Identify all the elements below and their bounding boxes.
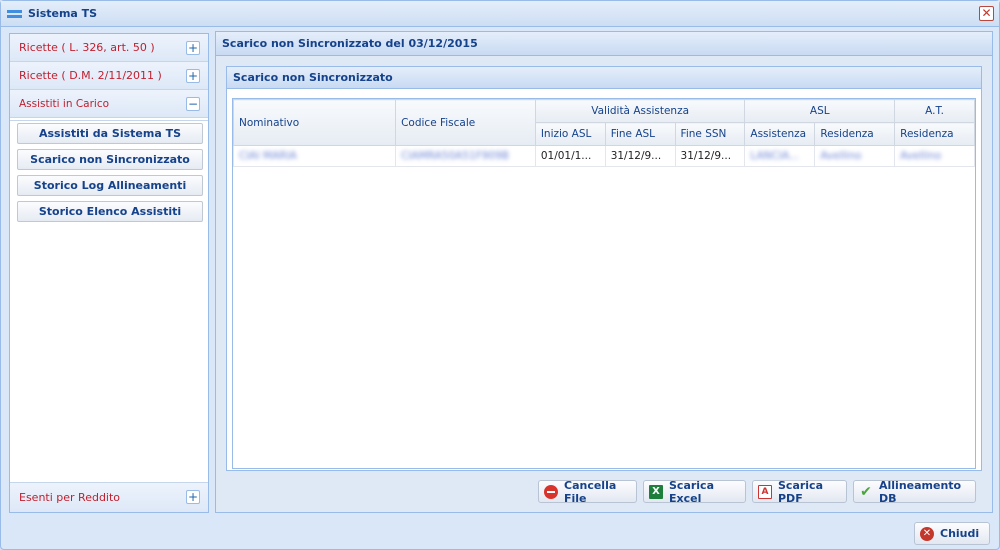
sidebar-section-esenti[interactable]: Esenti per Reddito + — [10, 482, 208, 512]
window-titlebar: Sistema TS ✕ — [1, 1, 999, 27]
cell-fine-asl: 31/12/9... — [604, 145, 676, 167]
allineamento-db-label: Allineamento DB — [879, 478, 962, 505]
cell-nominativo: CIAI MARIA — [232, 145, 397, 167]
grid-panel-title: Scarico non Sincronizzato — [227, 67, 981, 89]
expand-plus-icon[interactable]: + — [186, 69, 200, 83]
window-title: Sistema TS — [28, 7, 98, 20]
table-row[interactable]: CIAI MARIA CIAMRA50A51F909B 01/01/1... 3… — [232, 145, 975, 167]
close-icon: ✕ — [920, 526, 934, 541]
column-header-fine-asl[interactable]: Fine ASL — [604, 122, 676, 146]
group-header-validita: Validità Assistenza — [534, 99, 746, 123]
column-header-asl-assistenza[interactable]: Assistenza — [744, 122, 816, 146]
allineamento-db-button[interactable]: ✔ Allineamento DB — [853, 478, 976, 505]
storico-elenco-assistiti-button[interactable]: Storico Elenco Assistiti — [17, 201, 203, 222]
scarica-pdf-label: Scarica PDF — [778, 478, 824, 505]
sidebar-section-body: Assistiti da Sistema TS Scarico non Sinc… — [10, 120, 208, 482]
main-panel: Scarico non Sincronizzato del 03/12/2015… — [215, 31, 993, 513]
scarico-non-sincronizzato-button[interactable]: Scarico non Sincronizzato — [17, 149, 203, 170]
column-header-fine-ssn[interactable]: Fine SSN — [674, 122, 746, 146]
sidebar: Ricette ( L. 326, art. 50 ) + Ricette ( … — [9, 33, 209, 513]
data-table: Nominativo Codice Fiscale Validità Assis… — [232, 99, 975, 167]
sidebar-section-label: Assistiti in Carico — [19, 97, 110, 110]
chiudi-button[interactable]: ✕ Chiudi — [914, 522, 990, 545]
sidebar-section-ricette-dm[interactable]: Ricette ( D.M. 2/11/2011 ) + — [10, 62, 208, 90]
sistema-ts-window: Sistema TS ✕ Ricette ( L. 326, art. 50 )… — [0, 0, 1000, 550]
grid-panel: Scarico non Sincronizzato Nominativo Cod… — [226, 66, 982, 471]
sidebar-section-assistiti[interactable]: Assistiti in Carico − — [10, 90, 208, 118]
storico-log-allineamenti-button[interactable]: Storico Log Allineamenti — [17, 175, 203, 196]
cell-at-residenza: Avellino — [894, 145, 975, 167]
expand-plus-icon[interactable]: + — [186, 490, 200, 504]
cancella-file-label: Cancella File — [564, 478, 617, 505]
checkmark-icon: ✔ — [860, 483, 872, 500]
main-panel-title: Scarico non Sincronizzato del 03/12/2015 — [216, 32, 992, 56]
cell-codice-fiscale: CIAMRA50A51F909B — [395, 145, 536, 167]
cancel-icon — [544, 484, 558, 499]
scarica-excel-button[interactable]: X Scarica Excel — [643, 478, 746, 505]
column-header-asl-residenza[interactable]: Residenza — [814, 122, 896, 146]
column-header-nominativo[interactable]: Nominativo — [232, 99, 397, 146]
data-grid: Nominativo Codice Fiscale Validità Assis… — [232, 98, 976, 469]
collapse-minus-icon[interactable]: − — [186, 97, 200, 111]
excel-icon: X — [649, 484, 663, 499]
window-icon — [7, 9, 22, 19]
cell-asl-residenza: Avellino — [814, 145, 896, 167]
scarica-excel-label: Scarica Excel — [669, 478, 715, 505]
sidebar-section-label: Ricette ( D.M. 2/11/2011 ) — [19, 69, 162, 82]
pdf-icon: A — [758, 484, 772, 499]
expand-plus-icon[interactable]: + — [186, 41, 200, 55]
sidebar-section-ricette-326[interactable]: Ricette ( L. 326, art. 50 ) + — [10, 34, 208, 62]
cancella-file-button[interactable]: Cancella File — [538, 478, 637, 505]
assistiti-da-sistema-ts-button[interactable]: Assistiti da Sistema TS — [17, 123, 203, 144]
close-x-icon[interactable]: ✕ — [979, 6, 994, 21]
column-header-codice-fiscale[interactable]: Codice Fiscale — [395, 99, 536, 146]
column-header-at-residenza[interactable]: Residenza — [894, 122, 975, 146]
cell-asl-assistenza: LANCIA... — [744, 145, 816, 167]
cell-inizio-asl: 01/01/1... — [534, 145, 606, 167]
scarica-pdf-button[interactable]: A Scarica PDF — [752, 478, 847, 505]
sidebar-section-label: Ricette ( L. 326, art. 50 ) — [19, 41, 155, 54]
sidebar-section-label: Esenti per Reddito — [19, 491, 121, 504]
group-header-at: A.T. — [894, 99, 975, 123]
cell-fine-ssn: 31/12/9... — [674, 145, 746, 167]
group-header-asl: ASL — [744, 99, 896, 123]
column-header-inizio-asl[interactable]: Inizio ASL — [534, 122, 606, 146]
chiudi-label: Chiudi — [940, 527, 980, 540]
